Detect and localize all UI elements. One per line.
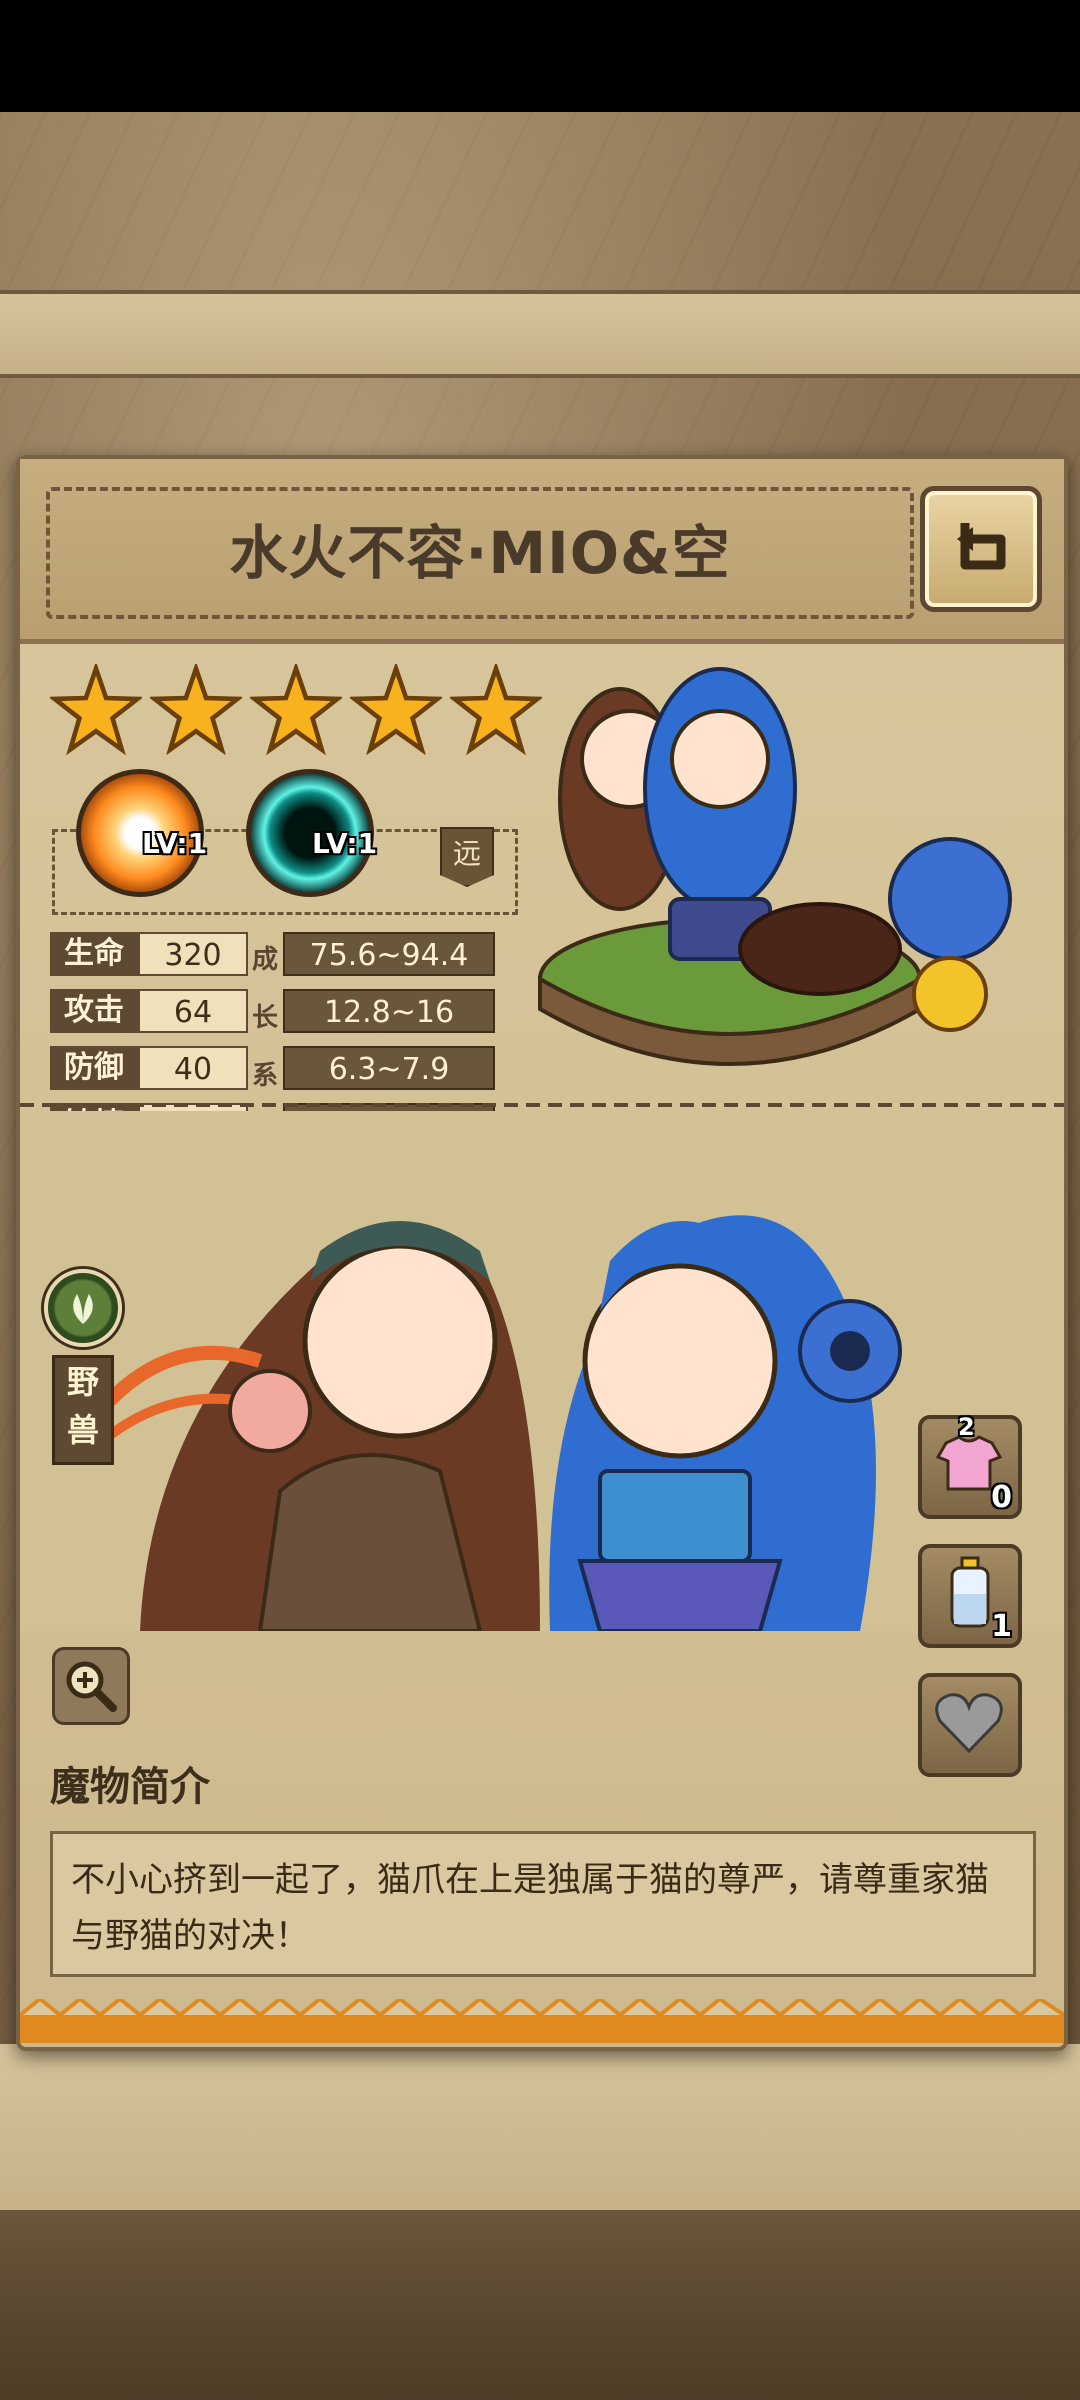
- growth-value: 12.8~16: [283, 989, 495, 1033]
- star-icon: [250, 664, 342, 756]
- title-bar: 水火不容·MIO&空: [20, 459, 1064, 644]
- background-bottom: [0, 2210, 1080, 2400]
- description-title: 魔物简介: [50, 1764, 210, 1810]
- description-text: 不小心挤到一起了，猫爪在上是独属于猫的尊严，请尊重家猫与野猫的对决！: [71, 1860, 989, 1956]
- growth-value: 75.6~94.4: [283, 932, 495, 976]
- chibi-figure-art: [538, 667, 1012, 1066]
- heart-button[interactable]: [918, 1673, 1022, 1777]
- section-divider: [20, 1103, 1064, 1107]
- heart-icon: [935, 1693, 1003, 1754]
- bottle-count: 1: [991, 1609, 1012, 1644]
- stat-row-defense: 防御 40: [50, 1046, 250, 1090]
- stat-row-hp: 生命 320: [50, 932, 250, 976]
- zoom-button[interactable]: [52, 1647, 130, 1725]
- zigzag-border: [20, 1999, 1064, 2043]
- clothes-button[interactable]: 2 0: [918, 1413, 1022, 1519]
- stat-value: 320: [138, 932, 248, 976]
- element-icon[interactable]: [44, 1269, 122, 1347]
- star-icon: [50, 664, 142, 756]
- growth-label-char: 系: [251, 1061, 278, 1091]
- zoom-in-icon: [66, 1661, 117, 1712]
- clothes-count: 0: [991, 1480, 1012, 1515]
- monster-illustration: [20, 1111, 1064, 1631]
- monster-title: 水火不容·MIO&空: [229, 519, 731, 587]
- background-band-top: [0, 290, 1080, 378]
- fire-skill-level: LV:1: [142, 827, 208, 860]
- back-button[interactable]: [920, 486, 1042, 612]
- stat-name: 生命: [50, 932, 138, 976]
- stat-name: 攻击: [50, 989, 138, 1033]
- range-badge: 远: [440, 827, 494, 887]
- growth-label-char: 长: [251, 1003, 278, 1033]
- status-bar: [0, 0, 1080, 112]
- stat-value: 64: [138, 989, 248, 1033]
- growth-label-char: 成: [251, 945, 278, 975]
- star-icon: [150, 664, 242, 756]
- star-icon: [350, 664, 442, 756]
- back-arrow-icon: [957, 523, 1006, 570]
- clothes-top-count: 2: [958, 1413, 975, 1441]
- growth-value: 6.3~7.9: [283, 1046, 495, 1090]
- description-box: 不小心挤到一起了，猫爪在上是独属于猫的尊严，请尊重家猫与野猫的对决！: [50, 1831, 1036, 1977]
- title-frame: 水火不容·MIO&空: [46, 487, 914, 619]
- leaf-icon: [73, 1294, 93, 1324]
- stat-name: 防御: [50, 1046, 138, 1090]
- stat-row-attack: 攻击 64: [50, 989, 250, 1033]
- monster-card: 水火不容·MIO&空 LV:1 LV:1 远 生命 320 攻击 64 防御 4…: [16, 455, 1068, 2051]
- stat-value: 40: [138, 1046, 248, 1090]
- water-skill-level: LV:1: [312, 827, 378, 860]
- type-tag: 野兽: [52, 1355, 114, 1465]
- background-band-bottom: [0, 2040, 1080, 2218]
- bottle-button[interactable]: 1: [918, 1544, 1022, 1648]
